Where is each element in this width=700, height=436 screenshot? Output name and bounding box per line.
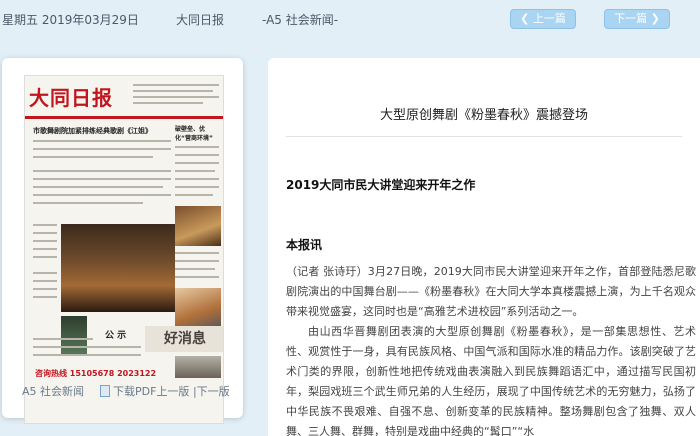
thumbnail-phone: 咨询热线 15105678 2023122: [35, 369, 157, 378]
issue-date: 星期五 2019年03月29日: [2, 13, 139, 27]
article-subtitle: 2019大同市民大讲堂迎来开年之作: [286, 178, 476, 192]
paper-name[interactable]: 大同日报: [176, 11, 224, 28]
pdf-icon: [100, 385, 110, 397]
masthead-news-block: [133, 82, 221, 112]
next-article-button[interactable]: 下一篇 ❯: [604, 9, 670, 29]
prev-article-button[interactable]: ❮ 上一篇: [510, 9, 576, 29]
arrow-right-icon: ❯: [650, 12, 660, 25]
thumbnail-main-photo: [61, 224, 175, 312]
article-paragraph: （记者 张诗玗）3月27日晚，2019大同市民大讲堂迎来开年之作，首部登陆悉尼歌…: [286, 265, 696, 318]
article-panel: 大型原创舞剧《粉墨春秋》震撼登场 2019大同市民大讲堂迎来开年之作 本报讯 （…: [268, 58, 700, 436]
thumbnail-side-headline: 破壁垒、优化“营商环境”: [175, 126, 213, 142]
prev-version-link[interactable]: 上一版: [156, 385, 189, 398]
arrow-left-icon: ❮: [520, 12, 530, 25]
version-links: 下载PDF上一版 |下一版: [100, 383, 230, 399]
prev-article-label: 上一篇: [532, 12, 566, 25]
page-label[interactable]: A5 社会新闻: [22, 383, 84, 399]
masthead-rule: [25, 116, 223, 119]
page-thumbnail-card: 大同日报 市歌舞剧院加紧排练经典歌剧《江姐》 破壁垒、优化“营商环境” 公 示 …: [2, 58, 243, 424]
newspaper-page-thumbnail[interactable]: 大同日报 市歌舞剧院加紧排练经典歌剧《江姐》 破壁垒、优化“营商环境” 公 示 …: [24, 75, 224, 424]
title-divider: [286, 136, 682, 137]
thumbnail-photo: [175, 206, 221, 246]
thumbnail-photo: [61, 316, 87, 356]
article-paragraph: 由山西华晋舞剧团表演的大型原创舞剧《粉墨春秋》，是一部集思想性、艺术性、观赏性于…: [286, 325, 696, 436]
next-article-label: 下一篇: [614, 12, 648, 25]
top-bar: 星期五 2019年03月29日 大同日报 -A5 社会新闻- ❮ 上一篇 下一篇…: [0, 0, 700, 38]
thumbnail-notice: 公 示: [105, 331, 127, 341]
section-name[interactable]: -A5 社会新闻-: [262, 11, 338, 28]
thumbnail-ad: 好消息: [145, 326, 223, 352]
pdf-label: 下载PDF: [113, 385, 157, 398]
download-pdf-link[interactable]: 下载PDF: [100, 385, 156, 398]
thumbnail-headline: 市歌舞剧院加紧排练经典歌剧《江姐》: [33, 127, 152, 135]
article-lead: 本报讯: [286, 238, 323, 252]
article-title: 大型原创舞剧《粉墨春秋》震撼登场: [379, 108, 588, 123]
article-body: （记者 张诗玗）3月27日晚，2019大同市民大讲堂迎来开年之作，首部登陆悉尼歌…: [286, 262, 696, 436]
newspaper-masthead: 大同日报: [29, 86, 113, 110]
next-version-link[interactable]: |下一版: [193, 385, 230, 398]
